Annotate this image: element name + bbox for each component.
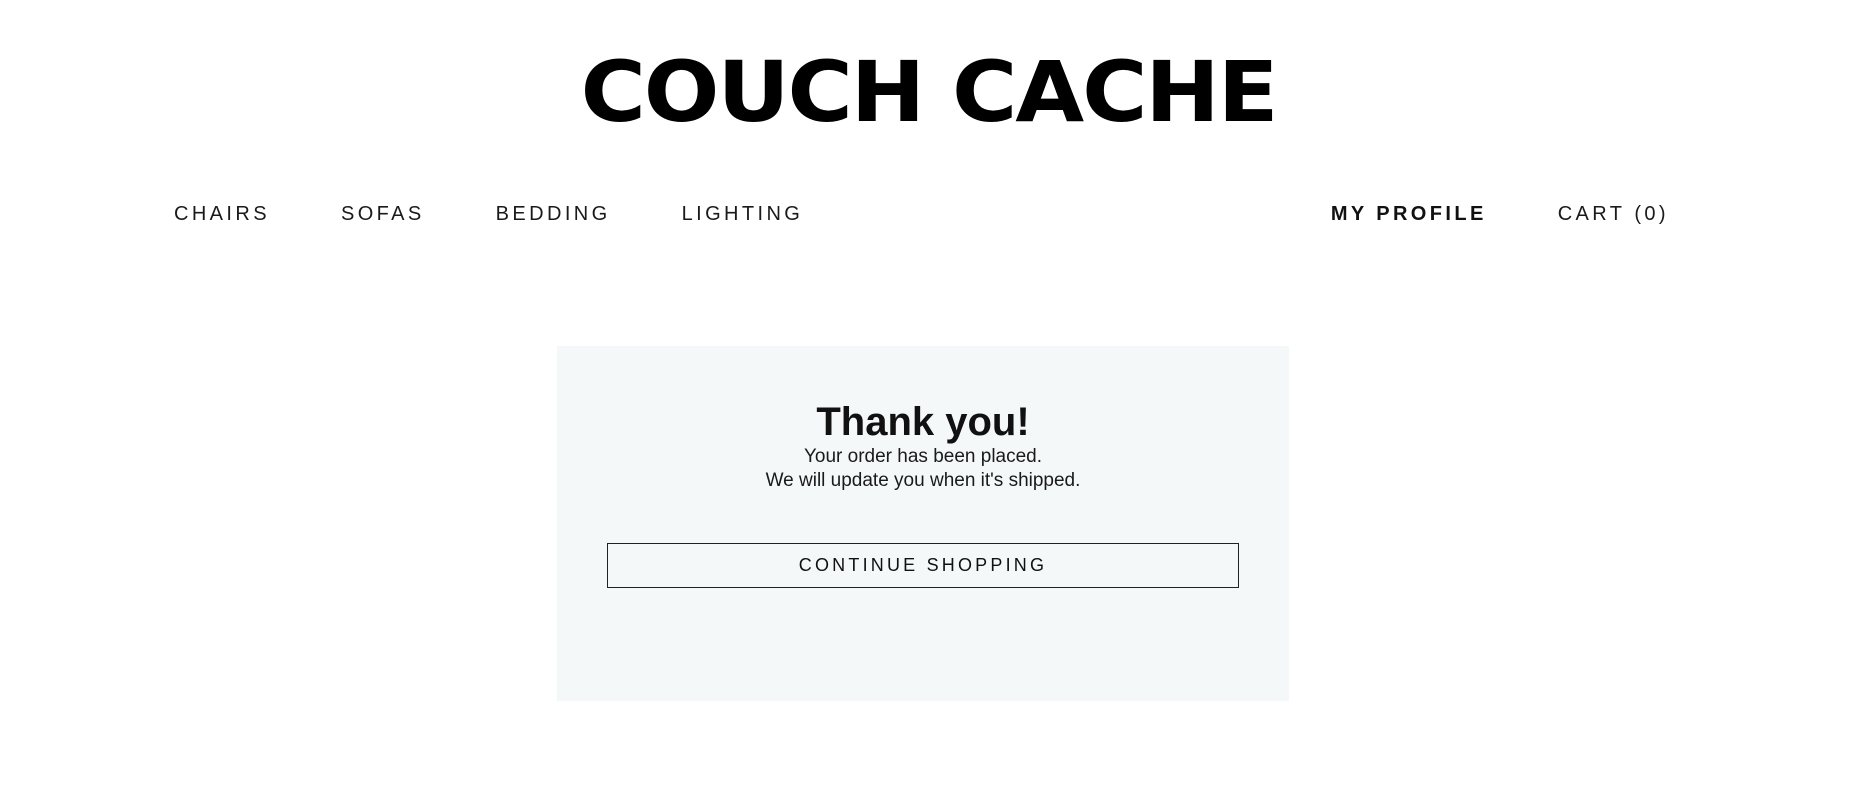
cart-label: CART xyxy=(1557,203,1626,225)
site-header: COUCH CACHE xyxy=(0,0,1857,160)
continue-shopping-button[interactable]: CONTINUE SHOPPING xyxy=(607,543,1239,588)
confirmation-message-placed: Your order has been placed. xyxy=(803,446,1043,467)
nav-item-bedding[interactable]: BEDDING xyxy=(496,199,611,229)
cart-link[interactable]: CART (0) xyxy=(1558,199,1669,229)
nav-item-lighting[interactable]: LIGHTING xyxy=(682,199,804,229)
category-nav: CHAIRS SOFAS BEDDING LIGHTING xyxy=(174,199,874,229)
site-logo[interactable]: COUCH CACHE xyxy=(0,44,1857,140)
nav-item-chairs[interactable]: CHAIRS xyxy=(174,199,270,229)
main-nav: CHAIRS SOFAS BEDDING LIGHTING MY PROFILE… xyxy=(0,199,1857,229)
order-confirmation-panel: Thank you! Your order has been placed. W… xyxy=(557,346,1289,701)
cart-count: (0) xyxy=(1634,203,1669,225)
nav-item-sofas[interactable]: SOFAS xyxy=(341,199,425,229)
my-profile-link[interactable]: MY PROFILE xyxy=(1331,199,1487,229)
confirmation-message-shipping: We will update you when it's shipped. xyxy=(765,470,1081,491)
confirmation-title: Thank you! xyxy=(816,400,1030,444)
account-nav: MY PROFILE CART (0) xyxy=(1260,199,1669,229)
